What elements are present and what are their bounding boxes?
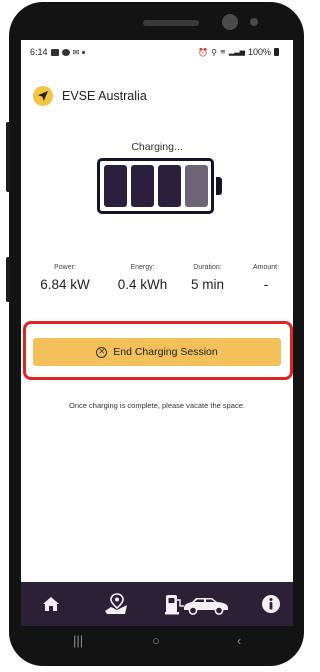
volume-button xyxy=(6,122,10,192)
phone-speaker xyxy=(143,20,199,26)
stat-power: Power: 6.84 kW xyxy=(35,264,95,292)
chat-icon xyxy=(61,48,70,56)
front-camera xyxy=(222,14,238,30)
message-icon xyxy=(50,48,59,56)
stat-label: Amount: xyxy=(252,264,280,271)
bottom-nav xyxy=(21,582,293,626)
signal-icon: ▂▃▅ xyxy=(228,49,245,56)
stat-value: 0.4 kWh xyxy=(117,277,168,292)
battery-percent: 100% xyxy=(247,47,271,57)
clock: 6:14 xyxy=(30,47,48,57)
battery-cell xyxy=(104,165,127,207)
recent-apps-icon[interactable]: ||| xyxy=(73,633,83,648)
brand-name: EVSE Australia xyxy=(62,89,147,103)
nav-charging[interactable] xyxy=(159,582,237,626)
stat-value: - xyxy=(263,277,269,292)
back-icon[interactable]: ‹ xyxy=(237,633,241,648)
stat-amount: Amount: - xyxy=(241,264,291,292)
power-button xyxy=(6,257,10,302)
info-icon xyxy=(262,595,280,613)
stat-value: 6.84 kW xyxy=(40,277,90,292)
battery-terminal xyxy=(216,177,222,195)
location-icon: ⚲ xyxy=(211,47,217,57)
stat-label: Duration: xyxy=(193,264,222,271)
battery-cell xyxy=(158,165,181,207)
battery-indicator xyxy=(97,158,222,214)
stat-duration: Duration: 5 min xyxy=(180,264,235,292)
app-screen: 6:14 ✉ ⏰ ⚲ ≋ ▂▃▅ 100% EVSE Australia Cha… xyxy=(21,40,293,626)
stat-value: 5 min xyxy=(190,277,224,292)
nav-map[interactable] xyxy=(91,582,141,626)
nav-home[interactable] xyxy=(31,582,71,626)
stat-label: Energy: xyxy=(130,264,155,271)
vacate-hint: Once charging is complete, please vacate… xyxy=(69,401,245,410)
status-bar: 6:14 ✉ ⏰ ⚲ ≋ ▂▃▅ 100% xyxy=(21,40,293,64)
battery-cell xyxy=(185,165,208,207)
brand-header: EVSE Australia xyxy=(33,86,147,106)
map-location-icon xyxy=(105,593,127,614)
stat-label: Power: xyxy=(54,264,76,271)
navigation-arrow-icon xyxy=(33,86,53,106)
home-icon xyxy=(43,597,59,611)
end-charging-button[interactable]: ✕ End Charging Session xyxy=(33,338,281,366)
nav-info[interactable] xyxy=(253,582,289,626)
home-button-icon[interactable]: ○ xyxy=(152,633,160,648)
alarm-icon: ⏰ xyxy=(198,47,209,57)
end-charging-label: End Charging Session xyxy=(113,346,218,358)
mail-icon: ✉ xyxy=(72,47,80,57)
wifi-icon: ≋ xyxy=(219,49,226,56)
sensor xyxy=(250,18,258,26)
charger-car-icon xyxy=(165,595,228,615)
battery-icon xyxy=(274,48,279,56)
battery-cell xyxy=(131,165,154,207)
close-circle-icon: ✕ xyxy=(96,346,108,358)
system-nav-bar: ||| ○ ‹ xyxy=(21,626,293,656)
stat-energy: Energy: 0.4 kWh xyxy=(110,264,175,292)
more-notifications-icon xyxy=(82,50,86,54)
charging-status: Charging... xyxy=(131,141,183,153)
